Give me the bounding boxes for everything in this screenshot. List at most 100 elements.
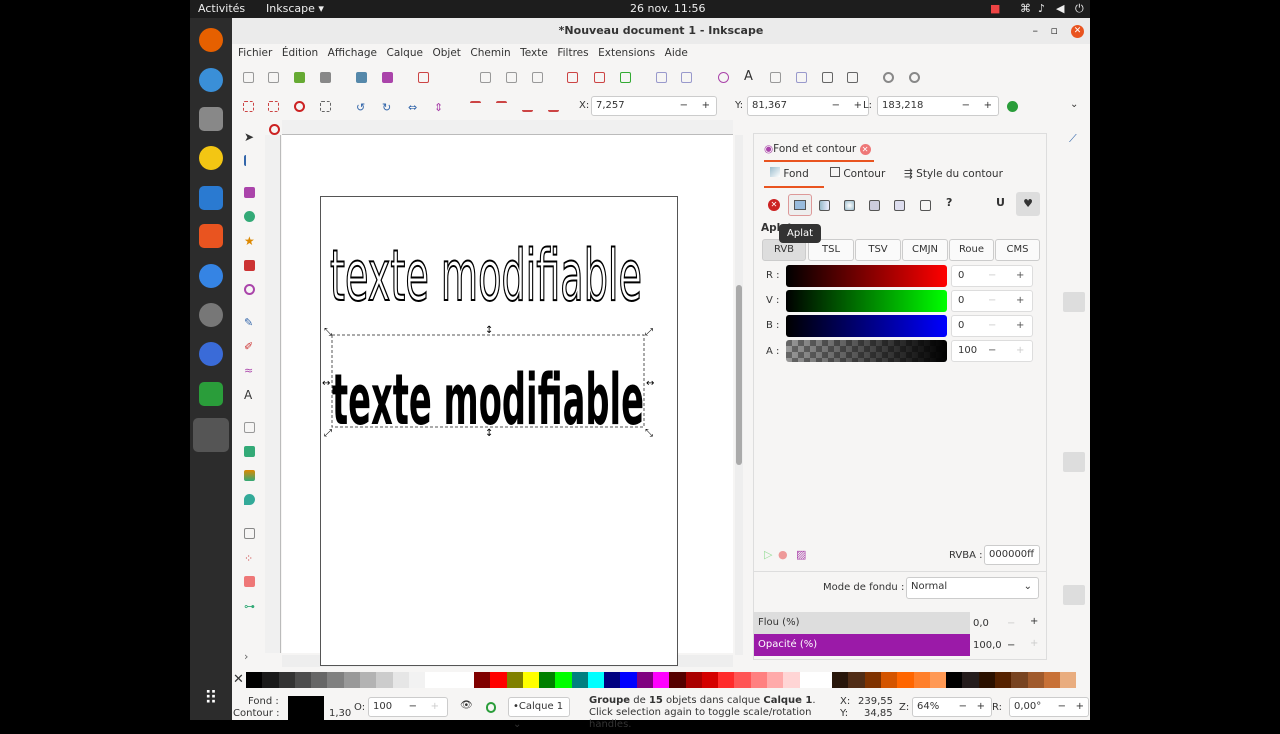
lower-icon[interactable] [522,101,533,112]
tab-fond[interactable]: Fond [764,162,824,188]
layers-icon[interactable] [770,72,781,83]
calligraphy-tool-icon[interactable]: ≈ [244,364,255,377]
fill-stroke-indicator[interactable] [288,696,324,720]
snap-nodes-icon[interactable] [1063,292,1085,312]
a-input[interactable]: 100− + [951,340,1033,362]
blend-select[interactable]: Normal ⌄ [906,577,1039,599]
linear-gradient-icon[interactable] [819,200,830,211]
color-swatch[interactable] [750,672,767,688]
color-swatch[interactable] [962,672,979,688]
color-swatch[interactable] [555,672,572,688]
help-icon[interactable] [199,264,223,288]
color-swatch[interactable] [571,672,588,688]
color-swatch[interactable] [522,672,540,688]
color-swatch[interactable] [929,672,947,688]
color-managed-icon[interactable]: ▷ [764,548,772,561]
raise-icon[interactable] [496,101,507,112]
color-swatch[interactable] [897,672,914,688]
cut-icon[interactable] [506,72,517,83]
opacity-slider[interactable]: Opacité (%) [754,634,970,656]
lock-guides-icon[interactable] [269,124,280,135]
color-palette[interactable] [246,672,1077,688]
blur-slider[interactable]: Flou (%) [754,612,970,634]
objects-icon[interactable] [796,72,807,83]
writer-icon[interactable] [199,186,223,210]
v-input[interactable]: 0− + [951,290,1033,312]
color-swatch[interactable] [294,672,312,688]
color-swatch[interactable] [620,672,637,688]
mode-cmjn[interactable]: CMJN [902,239,948,261]
unset-icon[interactable]: ? [946,196,952,209]
rotate-cw-icon[interactable]: ↻ [382,101,393,114]
tab-style-contour[interactable]: ⇶ Style du contour [904,162,1003,186]
color-swatch[interactable] [978,672,995,688]
color-swatch[interactable] [392,672,409,688]
no-paint-icon[interactable]: ✕ [768,199,780,211]
close-button[interactable]: ✕ [1071,25,1084,38]
color-swatch[interactable] [246,672,263,688]
color-swatch[interactable] [408,672,426,688]
mesh-tool-icon[interactable] [244,446,255,457]
evenodd-icon[interactable]: U [996,196,1005,209]
preferences-icon[interactable] [822,72,833,83]
menu-aide[interactable]: Aide [665,44,688,63]
horizontal-ruler[interactable] [282,120,733,135]
pattern-icon[interactable] [894,200,905,211]
mesh-gradient-icon[interactable] [869,200,880,211]
star-tool-icon[interactable]: ★ [244,235,255,247]
mode-roue[interactable]: Roue [949,239,994,261]
b-input[interactable]: 0− + [951,315,1033,337]
maximize-button[interactable]: ▫ [1051,18,1058,44]
app-grid-icon[interactable]: ⠿ [199,688,223,712]
color-swatch[interactable] [327,672,344,688]
x-input[interactable]: 7,257− + [591,96,717,116]
color-swatch[interactable] [1027,672,1044,688]
copy-icon[interactable] [480,72,491,83]
color-swatch[interactable] [734,672,751,688]
calc-icon[interactable] [199,382,223,406]
nonzero-icon[interactable]: ♥ [1016,192,1040,216]
vertical-scrollbar[interactable] [735,135,743,655]
color-swatch[interactable] [278,672,295,688]
r-slider[interactable] [786,265,947,287]
r-input[interactable]: 0− + [951,265,1033,287]
outlined-text[interactable]: texte modifiable [329,234,643,318]
xml-editor-icon[interactable] [718,72,729,83]
files-icon[interactable] [199,107,223,131]
dropper-tool-icon[interactable] [244,470,255,481]
color-swatch[interactable] [343,672,360,688]
swatch-icon[interactable] [920,200,931,211]
inkscape-icon[interactable] [193,418,229,452]
align-icon[interactable] [847,72,858,83]
color-swatch[interactable] [490,672,507,688]
layer-select[interactable]: •Calque 1 ⌄ [508,697,570,730]
gradient-tool-icon[interactable] [244,422,255,433]
fill-stroke-icon[interactable] [883,72,894,83]
color-swatch[interactable] [767,672,784,688]
menu-fichier[interactable]: Fichier [238,44,272,63]
select-all-icon[interactable] [243,101,254,112]
color-swatch[interactable] [457,672,474,688]
export-icon[interactable] [382,72,393,83]
symbols-icon[interactable] [909,72,920,83]
color-swatch[interactable] [539,672,556,688]
clone-icon[interactable] [681,72,692,83]
color-swatch[interactable] [832,672,849,688]
text-font-icon[interactable]: A [744,69,755,84]
duplicate-icon[interactable] [656,72,667,83]
thunderbird-icon[interactable] [199,68,223,92]
color-swatch[interactable] [815,672,833,688]
raise-top-icon[interactable] [470,101,481,112]
color-swatch[interactable] [506,672,523,688]
menu-extensions[interactable]: Extensions [598,44,655,63]
new-icon[interactable] [243,72,254,83]
zoom-drawing-icon[interactable] [594,72,605,83]
menu-affichage[interactable]: Affichage [328,44,377,63]
activities-button[interactable]: Activités [198,2,245,15]
rgba-input[interactable]: 000000ff [984,545,1040,565]
color-swatch[interactable] [1011,672,1028,688]
toolbox-expand-icon[interactable]: › [244,650,255,663]
rotate-ccw-icon[interactable]: ↺ [356,101,367,114]
a-slider[interactable] [786,340,947,362]
color-swatch[interactable] [848,672,865,688]
